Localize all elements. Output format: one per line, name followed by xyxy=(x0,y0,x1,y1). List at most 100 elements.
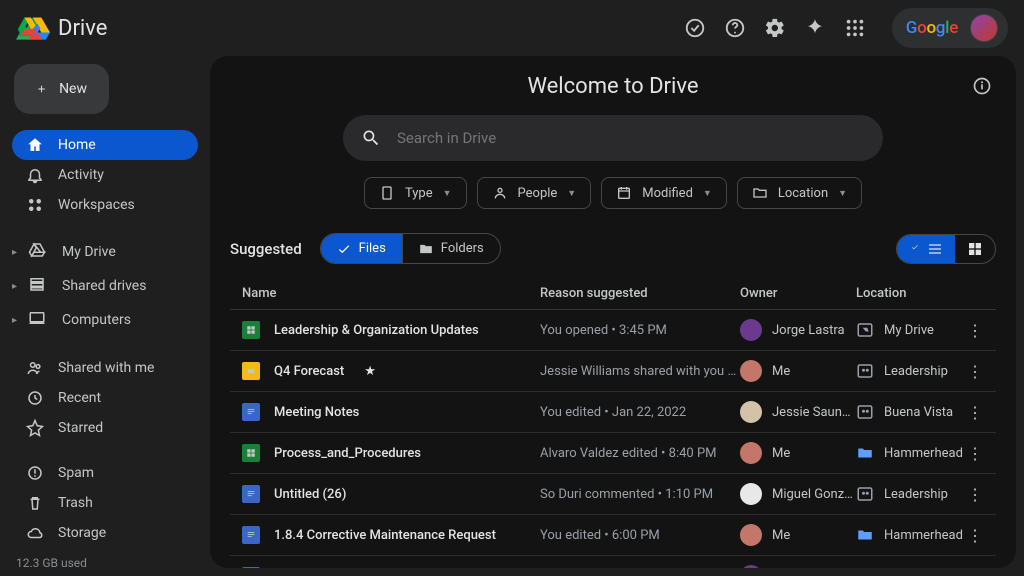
row-more-button[interactable]: ⋮ xyxy=(964,526,986,545)
reason-cell: Alvaro Valdez edited • 8:40 PM xyxy=(540,446,740,461)
account-pill[interactable]: Google xyxy=(892,8,1008,48)
sheet-icon xyxy=(242,444,260,462)
nav-shared-drives[interactable]: ▸Shared drives xyxy=(12,269,198,303)
location-icon xyxy=(856,362,874,380)
nav-my-drive[interactable]: ▸My Drive xyxy=(12,235,198,269)
location-icon xyxy=(856,567,874,568)
owner-avatar xyxy=(740,319,762,341)
app-name: Drive xyxy=(58,16,107,41)
nav-home[interactable]: Home xyxy=(12,130,198,160)
nav-shared-with-me[interactable]: Shared with me xyxy=(12,353,198,383)
nav-starred[interactable]: Starred xyxy=(12,413,198,443)
workspaces-icon xyxy=(26,196,44,214)
row-more-button[interactable]: ⋮ xyxy=(964,321,986,340)
file-table: Name Reason suggested Owner Location Lea… xyxy=(230,278,996,568)
owner-name: Jessie Saund… xyxy=(772,405,856,420)
row-more-button[interactable]: ⋮ xyxy=(964,444,986,463)
owner-name: Me xyxy=(772,446,790,461)
search-box[interactable] xyxy=(343,115,883,161)
grid-view-button[interactable] xyxy=(955,235,995,263)
help-icon[interactable] xyxy=(724,17,746,39)
calendar-icon xyxy=(616,185,632,201)
drive-logo[interactable]: Drive xyxy=(16,16,107,41)
table-row[interactable]: Leadership & Organization UpdatesYou ope… xyxy=(230,310,996,351)
seg-folders[interactable]: Folders xyxy=(402,234,500,263)
nav-spam[interactable]: Spam xyxy=(12,458,198,488)
location-name: Leadership xyxy=(884,364,948,379)
bell-icon xyxy=(26,166,44,184)
new-button[interactable]: New xyxy=(14,64,109,114)
search-input[interactable] xyxy=(397,129,865,147)
owner-avatar xyxy=(740,401,762,423)
storage-used: 12.3 GB used xyxy=(12,550,198,576)
th-owner[interactable]: Owner xyxy=(740,286,856,301)
table-row[interactable]: 1.8.4 Corrective Maintenance Request You … xyxy=(230,515,996,556)
doc-icon xyxy=(242,485,260,503)
row-more-button[interactable]: ⋮ xyxy=(964,403,986,422)
table-row[interactable]: Untitled (26)So Duri commented • 1:10 PM… xyxy=(230,474,996,515)
user-avatar[interactable] xyxy=(970,14,998,42)
shared-icon xyxy=(409,567,425,568)
filter-chip-type[interactable]: Type▼ xyxy=(364,177,467,209)
row-more-button[interactable]: ⋮ xyxy=(964,362,986,381)
offline-icon[interactable] xyxy=(684,17,706,39)
filter-chip-location[interactable]: Location▼ xyxy=(737,177,862,209)
shared-icon xyxy=(26,359,44,377)
folder-icon xyxy=(419,242,433,256)
doc-icon xyxy=(242,526,260,544)
row-more-button[interactable]: ⋮ xyxy=(964,567,986,569)
gemini-icon[interactable] xyxy=(804,17,826,39)
grid-icon xyxy=(967,241,983,257)
list-icon xyxy=(927,241,943,257)
filter-chip-modified[interactable]: Modified▼ xyxy=(601,177,727,209)
location-icon xyxy=(856,444,874,462)
th-name[interactable]: Name xyxy=(234,286,540,301)
chevron-down-icon: ▼ xyxy=(703,188,712,199)
nav-activity[interactable]: Activity xyxy=(12,160,198,190)
trash-icon xyxy=(26,494,44,512)
nav-recent[interactable]: Recent xyxy=(12,383,198,413)
location-icon xyxy=(856,321,874,339)
person-icon xyxy=(492,185,508,201)
home-icon xyxy=(26,136,44,154)
location-icon xyxy=(856,526,874,544)
spam-icon xyxy=(26,464,44,482)
location-name: Leadership xyxy=(884,487,948,502)
owner-avatar xyxy=(740,360,762,382)
nav-workspaces[interactable]: Workspaces xyxy=(12,190,198,220)
chevron-down-icon: ▼ xyxy=(443,188,452,199)
folder-icon xyxy=(752,185,768,201)
table-row[interactable]: Q4 Forecast★Jessie Williams shared with … xyxy=(230,351,996,392)
chevron-right-icon: ▸ xyxy=(12,281,22,292)
cloud-icon xyxy=(26,524,44,542)
info-icon[interactable] xyxy=(972,76,992,96)
doc-icon xyxy=(242,567,260,568)
check-icon xyxy=(337,242,351,256)
nav-trash[interactable]: Trash xyxy=(12,488,198,518)
row-more-button[interactable]: ⋮ xyxy=(964,485,986,504)
list-view-button[interactable] xyxy=(897,235,955,263)
google-logo: Google xyxy=(906,18,958,38)
files-folders-toggle: Files Folders xyxy=(320,233,501,264)
reason-cell: You edited • 6:00 PM xyxy=(540,528,740,543)
th-reason[interactable]: Reason suggested xyxy=(540,286,740,301)
apps-icon[interactable] xyxy=(844,17,866,39)
view-toggle xyxy=(896,234,996,264)
check-icon xyxy=(909,242,927,256)
th-location[interactable]: Location xyxy=(856,286,964,301)
table-row[interactable]: Weekly Forecast (9)Christian Schwarz men… xyxy=(230,556,996,568)
table-row[interactable]: Process_and_ProceduresAlvaro Valdez edit… xyxy=(230,433,996,474)
nav-storage[interactable]: Storage xyxy=(12,518,198,548)
owner-avatar xyxy=(740,483,762,505)
star-icon: ★ xyxy=(364,364,376,379)
file-icon xyxy=(379,185,395,201)
table-row[interactable]: Meeting NotesYou edited • Jan 22, 2022Je… xyxy=(230,392,996,433)
filter-chip-people[interactable]: People▼ xyxy=(477,177,592,209)
doc-icon xyxy=(242,403,260,421)
settings-icon[interactable] xyxy=(764,17,786,39)
nav-computers[interactable]: ▸Computers xyxy=(12,303,198,337)
chevron-down-icon: ▼ xyxy=(567,188,576,199)
reason-cell: So Duri commented • 1:10 PM xyxy=(540,487,740,502)
file-name: 1.8.4 Corrective Maintenance Request xyxy=(274,528,496,543)
seg-files[interactable]: Files xyxy=(321,234,402,263)
